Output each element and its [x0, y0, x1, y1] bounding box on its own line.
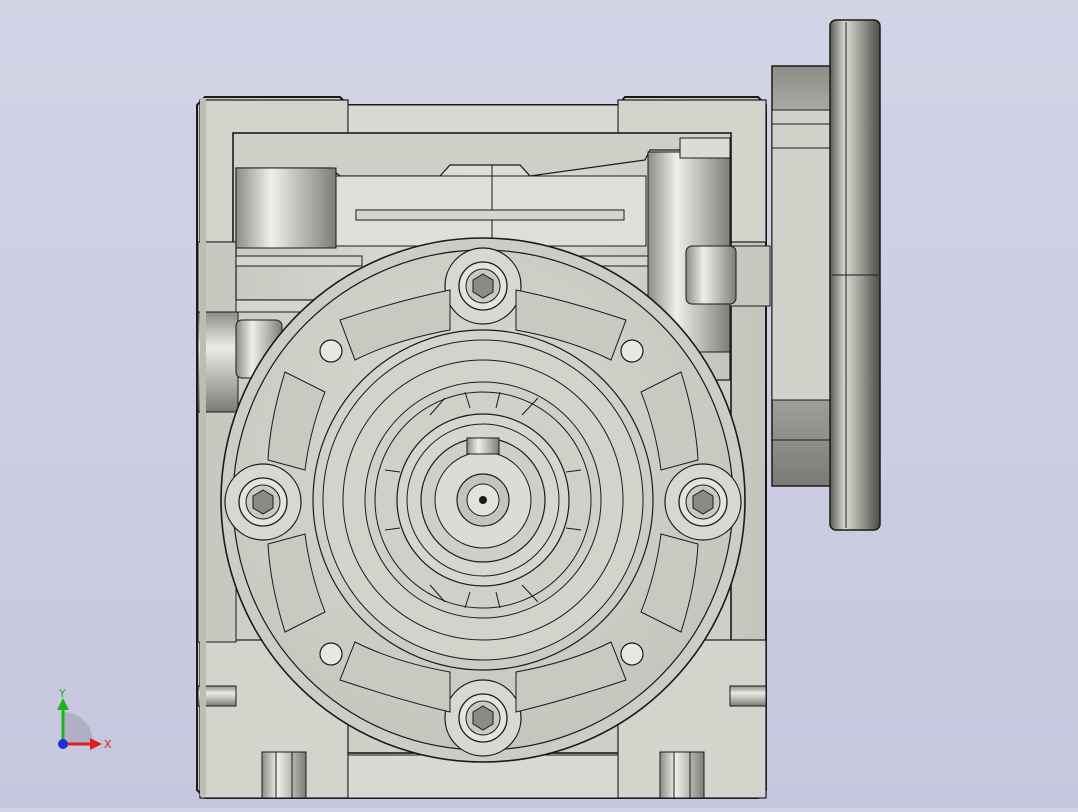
- motor-flange: [771, 19, 881, 531]
- cad-viewport[interactable]: Y X: [0, 0, 1078, 808]
- coordinate-triad: Y X: [57, 687, 112, 751]
- triad-y-label: Y: [58, 687, 66, 700]
- triad-x-arrow: [90, 738, 102, 750]
- triad-z-axis: [58, 739, 68, 749]
- bolt-right: [678, 477, 728, 527]
- bolt-left: [238, 477, 288, 527]
- bolt-top: [458, 261, 508, 311]
- output-flange: [220, 237, 746, 763]
- triad-plane: [63, 712, 93, 744]
- bolt-bottom: [458, 693, 508, 743]
- gearbox-model[interactable]: Y X: [0, 0, 1078, 808]
- triad-x-label: X: [104, 738, 112, 751]
